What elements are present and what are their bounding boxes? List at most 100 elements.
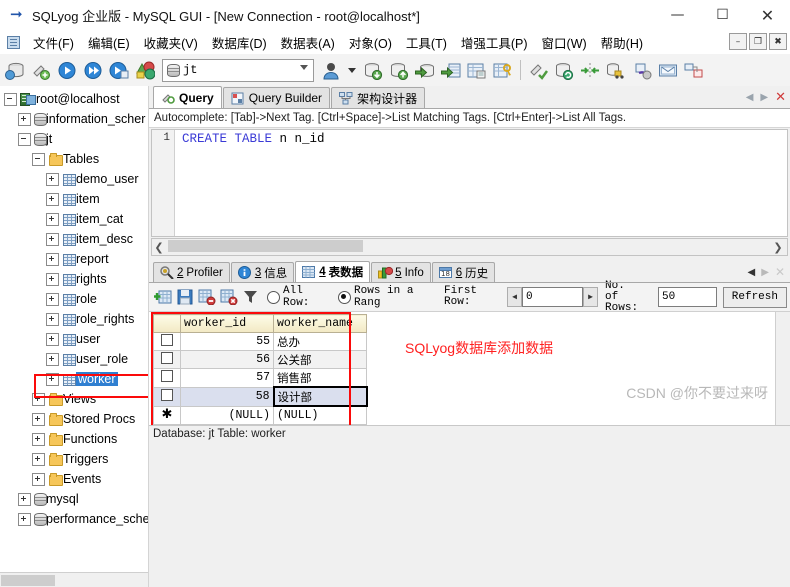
editor-hscrollbar[interactable]: ❮ ❯ xyxy=(151,238,788,256)
user-manager-dropdown-icon[interactable] xyxy=(348,67,356,73)
restore-to-table-icon[interactable] xyxy=(438,56,464,84)
expand-icon[interactable] xyxy=(18,112,31,126)
expand-icon[interactable] xyxy=(32,452,45,466)
cell-worker-id[interactable]: (NULL) xyxy=(180,405,274,425)
close-button[interactable]: ✕ xyxy=(745,0,790,30)
execute-all-queries-icon[interactable] xyxy=(80,56,106,84)
expand-icon[interactable] xyxy=(46,212,59,226)
tree-item-role[interactable]: role xyxy=(0,289,148,309)
scheduled-backup-icon[interactable] xyxy=(629,56,655,84)
table-row[interactable]: 56 公关部 xyxy=(153,350,367,369)
result-scroll-left-icon[interactable]: ◀ xyxy=(748,267,756,278)
tree-item-views[interactable]: Views xyxy=(0,389,148,409)
filter-icon[interactable] xyxy=(240,286,262,308)
collapse-icon[interactable] xyxy=(32,152,45,166)
tree-item-triggers[interactable]: Triggers xyxy=(0,449,148,469)
cell-worker-name[interactable]: 销售部 xyxy=(273,368,367,388)
refresh-object-icon[interactable] xyxy=(551,56,577,84)
menu-item-favorites[interactable]: 收藏夹(V) xyxy=(137,31,205,54)
database-selector[interactable]: jt xyxy=(162,58,314,82)
data-grid-area[interactable]: worker_id worker_name 55 总办 56 公关部 57 销售部 58 设计部 ✱… xyxy=(149,312,790,425)
tree-item-stored-procs[interactable]: Stored Procs xyxy=(0,409,148,429)
object-browser[interactable]: root@localhost information_scher jt Tables d… xyxy=(0,86,149,587)
first-row-input[interactable]: 0 xyxy=(522,287,584,307)
tree-item-demo-user[interactable]: demo_user xyxy=(0,169,148,189)
column-header-worker_name[interactable]: worker_name xyxy=(273,314,367,333)
tab-messages[interactable]: 3 信息 xyxy=(230,262,295,282)
cell-worker-id[interactable]: 56 xyxy=(180,350,274,369)
menu-item-window[interactable]: 窗口(W) xyxy=(535,31,594,54)
row-checkbox[interactable] xyxy=(161,388,173,401)
new-connection-icon[interactable] xyxy=(2,56,28,84)
cell-worker-name[interactable]: 公关部 xyxy=(273,350,367,369)
expand-icon[interactable] xyxy=(18,512,31,526)
scroll-right-icon[interactable]: ❯ xyxy=(771,241,785,254)
menu-item-edit[interactable]: 编辑(E) xyxy=(81,31,137,54)
worker-data-grid[interactable]: worker_id worker_name 55 总办 56 公关部 57 销售部 58 设计部 ✱… xyxy=(153,314,368,425)
mdi-restore-button[interactable]: ❐ xyxy=(749,33,767,50)
sql-editor[interactable]: 1 CREATE TABLE n n_id xyxy=(151,129,788,237)
menu-item-database[interactable]: 数据库(D) xyxy=(205,31,274,54)
menu-item-file[interactable]: 文件(F) xyxy=(26,31,81,54)
column-header-worker_id[interactable]: worker_id xyxy=(180,314,274,333)
expand-icon[interactable] xyxy=(46,312,59,326)
menu-item-help[interactable]: 帮助(H) xyxy=(594,31,650,54)
menu-item-tools[interactable]: 工具(T) xyxy=(399,31,454,54)
tree-item-root-localhost[interactable]: root@localhost xyxy=(0,89,148,109)
tree-item-functions[interactable]: Functions xyxy=(0,429,148,449)
tab-query[interactable]: Query xyxy=(153,86,222,108)
sync-database-icon[interactable] xyxy=(577,56,603,84)
tree-item-user-role[interactable]: user_role xyxy=(0,349,148,369)
sql-code-area[interactable]: CREATE TABLE n n_id xyxy=(174,130,787,148)
tree-item-item[interactable]: item xyxy=(0,189,148,209)
refresh-button[interactable]: Refresh xyxy=(722,286,787,308)
table-row[interactable]: 58 设计部 xyxy=(153,386,368,407)
manage-privileges-icon[interactable] xyxy=(490,56,516,84)
create-table-icon[interactable] xyxy=(464,56,490,84)
mdi-minimize-button[interactable]: – xyxy=(729,33,747,50)
tree-item-report[interactable]: report xyxy=(0,249,148,269)
cell-worker-name[interactable]: 总办 xyxy=(273,332,367,351)
tab-table-data[interactable]: 4 表数据 xyxy=(295,261,371,282)
expand-icon[interactable] xyxy=(46,292,59,306)
expand-icon[interactable] xyxy=(18,492,31,506)
row-checkbox[interactable] xyxy=(161,369,173,382)
chevron-down-icon[interactable] xyxy=(300,64,308,70)
expand-icon[interactable] xyxy=(46,332,59,346)
object-tree[interactable]: root@localhost information_scher jt Tables d… xyxy=(0,86,148,529)
tree-item-events[interactable]: Events xyxy=(0,469,148,489)
tree-item-user[interactable]: user xyxy=(0,329,148,349)
tab-profiler[interactable]: 2 Profiler xyxy=(153,262,230,282)
validate-query-icon[interactable] xyxy=(525,56,551,84)
expand-icon[interactable] xyxy=(46,232,59,246)
tree-item-performance-sche[interactable]: performance_sche xyxy=(0,509,148,529)
discard-changes-icon[interactable] xyxy=(218,286,240,308)
stop-query-icon[interactable] xyxy=(132,56,158,84)
tab-scroll-right-icon[interactable]: ▶ xyxy=(760,92,768,103)
menu-item-object[interactable]: 对象(O) xyxy=(342,31,399,54)
schema-designer-tool-icon[interactable] xyxy=(681,56,707,84)
tree-item-item-desc[interactable]: item_desc xyxy=(0,229,148,249)
save-icon[interactable] xyxy=(174,286,196,308)
tree-item-mysql[interactable]: mysql xyxy=(0,489,148,509)
sidebar-hscrollbar[interactable] xyxy=(0,572,148,587)
result-scroll-right-icon[interactable]: ▶ xyxy=(761,267,769,278)
cell-worker-id[interactable]: 57 xyxy=(180,368,274,388)
migrate-data-icon[interactable] xyxy=(603,56,629,84)
execute-query-icon[interactable] xyxy=(54,56,80,84)
cell-worker-name[interactable]: (NULL) xyxy=(273,405,367,425)
scroll-left-icon[interactable]: ❮ xyxy=(152,241,166,254)
menu-item-powertools[interactable]: 增强工具(P) xyxy=(454,31,535,54)
expand-icon[interactable] xyxy=(32,412,45,426)
menu-item-table[interactable]: 数据表(A) xyxy=(274,31,342,54)
tree-item-rights[interactable]: rights xyxy=(0,269,148,289)
tab-history[interactable]: 18 6 历史 xyxy=(431,262,496,282)
first-row-increment-button[interactable]: ▶ xyxy=(583,287,599,307)
table-row[interactable]: ✱ (NULL) (NULL) xyxy=(153,405,367,425)
collapse-icon[interactable] xyxy=(4,92,17,106)
row-selector[interactable] xyxy=(153,350,181,369)
expand-icon[interactable] xyxy=(46,272,59,286)
new-query-tab-icon[interactable] xyxy=(28,56,54,84)
mdi-close-button[interactable]: ✖ xyxy=(769,33,787,50)
tree-item-role-rights[interactable]: role_rights xyxy=(0,309,148,329)
